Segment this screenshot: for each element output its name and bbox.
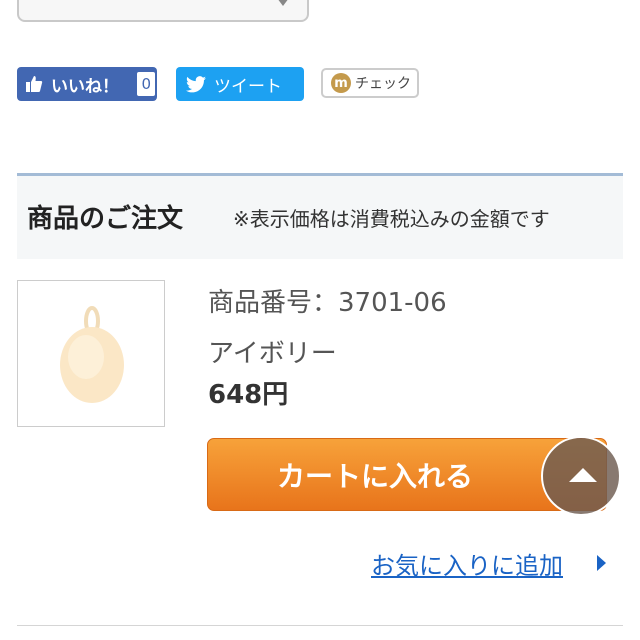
quantity-select[interactable] (17, 0, 309, 22)
product-color: アイボリー (208, 339, 337, 369)
chevron-down-icon (277, 0, 289, 6)
product-price: 648円 (208, 380, 289, 410)
like-label: いいね！ (51, 76, 119, 97)
twitter-bird-icon (186, 75, 206, 92)
divider (17, 625, 623, 626)
arrow-up-icon (569, 468, 597, 482)
tax-note: ※表示価格は消費税込みの金額です (233, 207, 550, 231)
product-thumbnail[interactable] (17, 280, 165, 427)
sponge-image (60, 306, 124, 403)
product-number: 商品番号：3701-06 (208, 288, 447, 318)
scroll-to-top-button[interactable] (541, 436, 621, 516)
add-to-favorites-link[interactable]: お気に入りに追加 (371, 546, 563, 581)
mixi-check-button[interactable]: m チェック (321, 68, 419, 98)
caret-right-icon (597, 555, 606, 571)
mixi-icon: m (331, 73, 351, 93)
order-section-header: 商品のご注文 ※表示価格は消費税込みの金額です (17, 173, 623, 259)
order-title: 商品のご注文 (27, 204, 184, 234)
tweet-button[interactable]: ツイート (176, 67, 304, 101)
tweet-label: ツイート (214, 76, 282, 97)
like-count: 0 (137, 72, 155, 96)
facebook-like-button[interactable]: いいね！ 0 (17, 67, 157, 101)
thumbs-up-icon (26, 76, 43, 92)
check-label: チェック (355, 76, 411, 92)
